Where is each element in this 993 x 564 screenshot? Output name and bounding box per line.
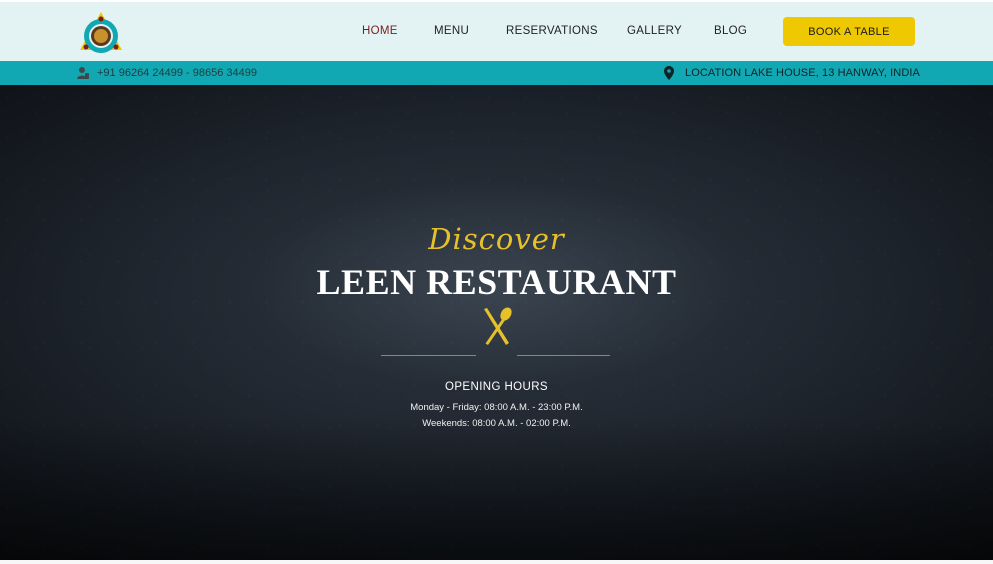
hours-weekdays: Monday - Friday: 08:00 A.M. - 23:00 P.M. [410,402,583,413]
contact-info-bar: +91 96264 24499 - 98656 34499 LOCATION L… [0,61,993,85]
bottom-strip [0,560,993,564]
nav-menu[interactable]: MENU [434,25,469,37]
restaurant-logo[interactable] [78,10,124,54]
hero-script-heading: Discover [428,222,565,256]
hours-weekends: Weekends: 08:00 A.M. - 02:00 P.M. [422,418,571,429]
site-header: HOME MENU RESERVATIONS GALLERY BLOG BOOK… [0,2,993,61]
divider-right [517,355,610,356]
nav-gallery[interactable]: GALLERY [627,25,682,37]
page: HOME MENU RESERVATIONS GALLERY BLOG BOOK… [0,0,993,564]
location-address[interactable]: LOCATION LAKE HOUSE, 13 HANWAY, INDIA [685,67,920,79]
hero-title: LEEN RESTAURANT [316,262,677,302]
cutlery-icon [479,307,515,347]
hero-banner: Discover LEEN RESTAURANT OPENING HOURS M… [0,85,993,560]
phone-numbers[interactable]: +91 96264 24499 - 98656 34499 [97,67,257,79]
map-pin-icon [664,66,674,80]
divider-left [381,355,476,356]
opening-hours-title: OPENING HOURS [445,381,548,393]
nav-home[interactable]: HOME [362,25,398,37]
nav-blog[interactable]: BLOG [714,25,747,37]
user-phone-icon [76,66,90,80]
nav-reservations[interactable]: RESERVATIONS [506,25,598,37]
book-table-button[interactable]: BOOK A TABLE [783,17,915,46]
